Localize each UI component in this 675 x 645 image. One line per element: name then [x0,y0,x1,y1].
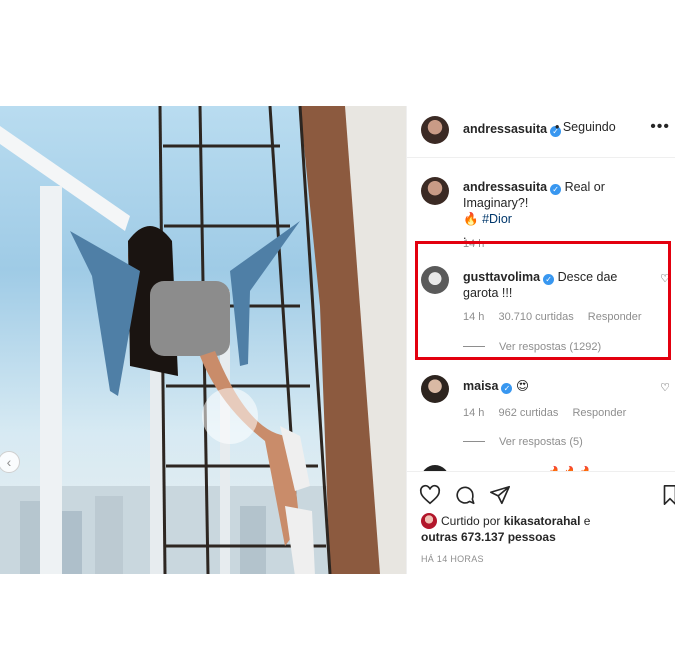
avatar[interactable] [421,375,449,403]
post-timestamp[interactable]: HÁ 14 HORAS [421,554,484,564]
verified-badge-icon: ✓ [550,184,562,195]
comment-username[interactable]: andressasuita [463,180,547,194]
avatar[interactable] [421,513,437,529]
avatar[interactable] [421,177,449,205]
heart-icon[interactable] [419,484,441,506]
comment-meta: 14 h 962 curtidas Responder [463,407,637,419]
post-header: andressasuita ✓ • Seguindo ••• [407,106,675,158]
author-row: andressasuita ✓ [463,120,562,138]
more-options-icon[interactable]: ••• [650,118,670,136]
highlight-box [415,241,671,360]
replies-divider [463,441,485,442]
caption-comment: andressasuita ✓ Real or Imaginary?! 🔥 #Di… [407,177,675,250]
comment-username[interactable]: maisa [463,379,498,393]
view-replies[interactable]: Ver respostas (5) [463,436,583,448]
send-icon[interactable] [489,484,511,506]
comment-body: maisa ✓ 😍 [463,378,663,394]
liker-username[interactable]: kikasatorahal [504,514,581,528]
comment-body: andressasuita ✓ Real or Imaginary?! 🔥 #Di… [463,179,663,243]
likes-others-link[interactable]: outras 673.137 pessoas [421,530,556,544]
fire-emoji: 🔥 [463,212,479,226]
verified-badge-icon: ✓ [501,383,513,394]
avatar[interactable] [421,116,449,144]
comment-likes[interactable]: 962 curtidas [498,407,558,419]
hashtag-link[interactable]: #Dior [482,212,512,226]
comment-item-partial: 🔥🔥🔥 [407,461,675,471]
comment-like-icon[interactable]: ♡ [660,381,670,394]
likes-prefix: Curtido por [441,514,501,528]
photo-illustration [0,106,406,574]
view-replies-label[interactable]: Ver respostas (5) [499,436,583,448]
post-photo[interactable]: ‹ [0,106,406,574]
comment-icon[interactable] [454,484,476,506]
bookmark-icon[interactable] [663,484,675,506]
author-username[interactable]: andressasuita [463,122,547,136]
comment-text: 😍 [515,379,529,393]
comment-item: maisa ✓ 😍 ♡ 14 h 962 curtidas Responder V… [407,375,675,455]
likes-connector: e [583,514,591,528]
comment-time: 14 h [463,407,485,419]
reply-button[interactable]: Responder [572,407,626,419]
post-actions: Curtido por kikasatorahal e outras 673.1… [407,471,675,574]
follow-status[interactable]: • Seguindo [555,120,616,134]
likes-summary: Curtido por kikasatorahal e outras 673.1… [421,513,671,545]
